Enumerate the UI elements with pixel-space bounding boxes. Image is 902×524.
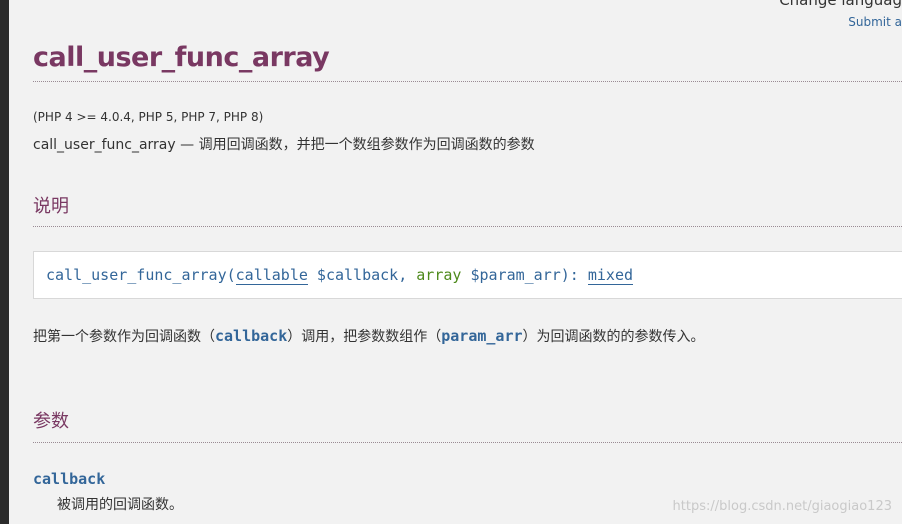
change-language-link[interactable]: Change languag — [779, 0, 902, 9]
type-link-mixed[interactable]: mixed — [587, 266, 634, 285]
divider — [33, 226, 902, 227]
parameter-name: callback — [33, 470, 106, 488]
paren: ): — [560, 266, 588, 284]
section-heading-parameters: 参数 — [33, 411, 69, 432]
refpurpose: call_user_func_array — 调用回调函数，并把一个数组参数作为… — [33, 137, 535, 153]
separator: , — [398, 266, 417, 284]
method-signature: call_user_func_array(callable $callback,… — [33, 251, 902, 299]
version-info: (PHP 4 >= 4.0.4, PHP 5, PHP 7, PHP 8) — [33, 110, 264, 124]
param-code: callback — [215, 327, 288, 345]
submit-pr-link[interactable]: Submit a — [848, 15, 902, 29]
paren: ( — [226, 266, 236, 284]
type-array: array — [416, 266, 462, 284]
param-code: param_arr — [441, 327, 523, 345]
text: ）为回调函数的的参数传入。 — [522, 329, 705, 345]
type-link-callable[interactable]: callable — [235, 266, 308, 285]
section-heading-description: 说明 — [33, 196, 69, 217]
param-param-arr: $param_arr — [461, 266, 561, 284]
function-name: call_user_func_array — [46, 266, 227, 284]
parameter-description: 被调用的回调函数。 — [57, 497, 183, 513]
divider — [33, 81, 902, 82]
text: 把第一个参数作为回调函数（ — [33, 329, 215, 345]
page-title: call_user_func_array — [33, 42, 330, 73]
divider — [33, 442, 902, 443]
watermark: https://blog.csdn.net/giaogiao123 — [672, 499, 892, 514]
text: ）调用，把参数数组作（ — [287, 329, 442, 345]
description-text: 把第一个参数作为回调函数（callback）调用，把参数数组作（param_ar… — [33, 326, 705, 346]
window-edge — [0, 0, 9, 524]
param-callback: $callback — [307, 266, 399, 284]
